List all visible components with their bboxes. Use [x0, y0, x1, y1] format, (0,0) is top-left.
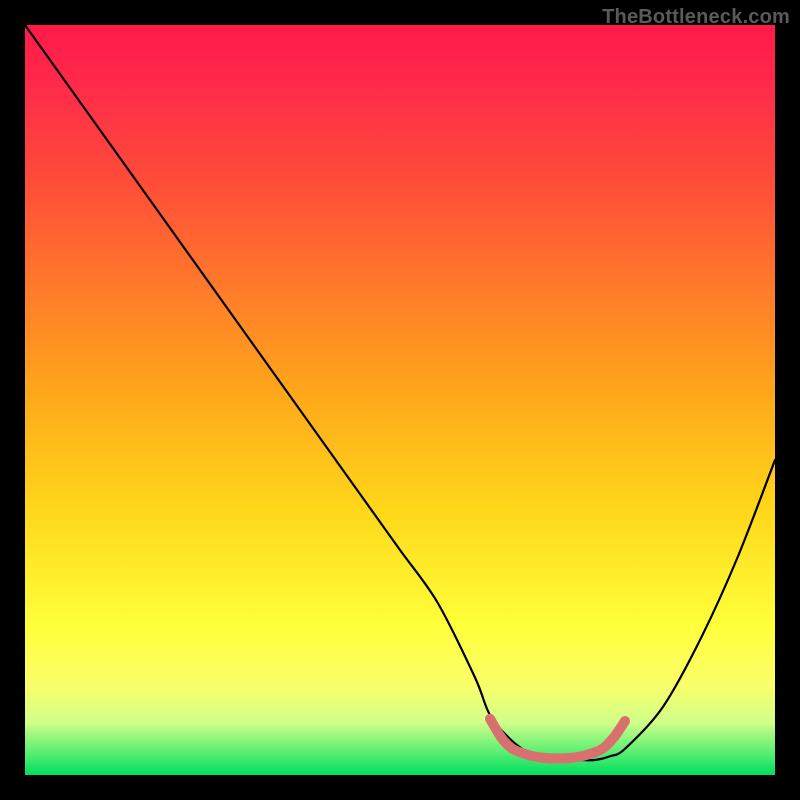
flat-zone-marker: [490, 719, 625, 759]
chart-svg: [25, 25, 775, 775]
chart-container: TheBottleneck.com: [0, 0, 800, 800]
bottleneck-curve: [25, 25, 775, 760]
plot-area: [25, 25, 775, 775]
